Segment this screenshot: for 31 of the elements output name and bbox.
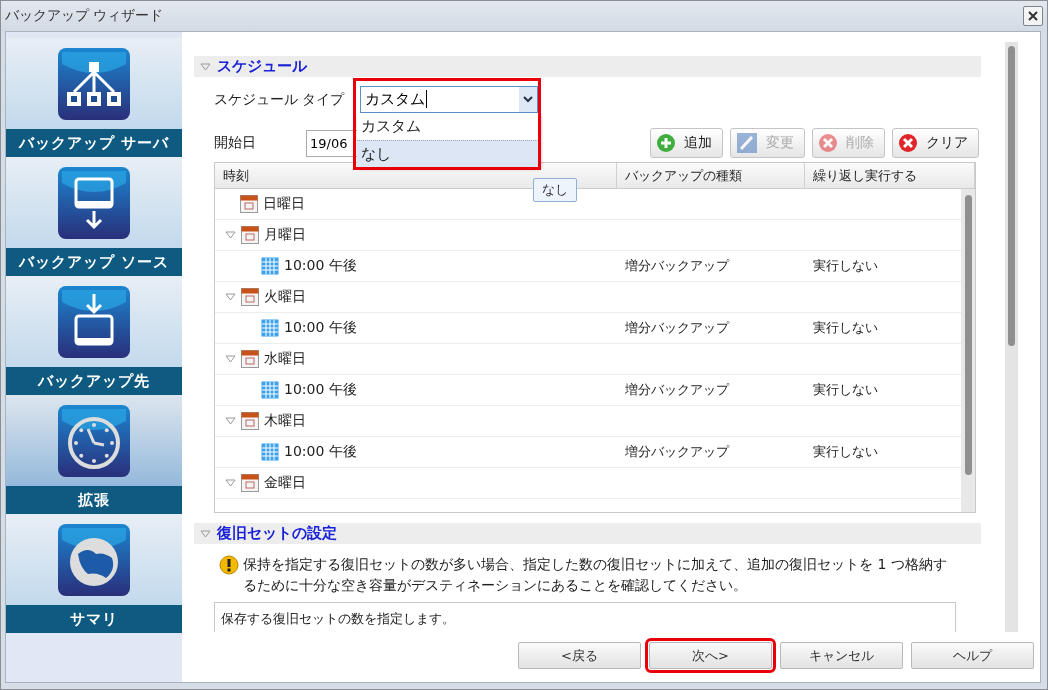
table-cell-text: 増分バックアップ bbox=[624, 443, 731, 461]
table-cell-text: 実行しない bbox=[812, 443, 879, 461]
field-label: スケジュール タイプ bbox=[214, 90, 345, 109]
sidebar-label: バックアップ先 bbox=[6, 367, 182, 395]
day-label: 金曜日 bbox=[264, 474, 306, 492]
section-title: 復旧セットの設定 bbox=[217, 524, 337, 543]
day-label: 水曜日 bbox=[264, 350, 306, 368]
time-label: 10:00 午後 bbox=[284, 381, 357, 399]
day-label: 日曜日 bbox=[263, 195, 305, 213]
sidebar-label: サマリ bbox=[6, 605, 182, 633]
day-label: 月曜日 bbox=[264, 226, 306, 244]
table-cell-text: 増分バックアップ bbox=[624, 319, 731, 337]
warning-text: 保持を指定する復旧セットの数が多い場合、指定した数の復旧セットに加えて、追加の復旧セットを 1 つ格納するために十分な空き容量がデスティネーションにあることを確認してください。 bbox=[243, 555, 948, 595]
table-cell-text: 増分バックアップ bbox=[624, 381, 731, 399]
day-label: 木曜日 bbox=[264, 412, 306, 430]
sidebar-label: バックアップ サーバ bbox=[6, 129, 182, 157]
section-title: スケジュール bbox=[217, 57, 307, 76]
sidebar-label: バックアップ ソース bbox=[6, 248, 182, 276]
tooltip: なし bbox=[533, 178, 578, 202]
table-cell-text: 増分バックアップ bbox=[624, 257, 731, 275]
window-title: バックアップ ウィザード bbox=[5, 7, 164, 25]
time-label: 10:00 午後 bbox=[284, 443, 357, 461]
table-cell-text: 実行しない bbox=[812, 319, 879, 337]
field-label: 開始日 bbox=[214, 134, 256, 152]
sidebar-label: 拡張 bbox=[6, 486, 182, 514]
table-cell-text: 実行しない bbox=[812, 381, 879, 399]
time-label: 10:00 午後 bbox=[284, 257, 357, 275]
day-label: 火曜日 bbox=[264, 288, 306, 306]
description-box: 保存する復旧セットの数を指定します。 bbox=[214, 602, 956, 632]
table-cell-text: 実行しない bbox=[812, 257, 879, 275]
time-label: 10:00 午後 bbox=[284, 319, 357, 337]
